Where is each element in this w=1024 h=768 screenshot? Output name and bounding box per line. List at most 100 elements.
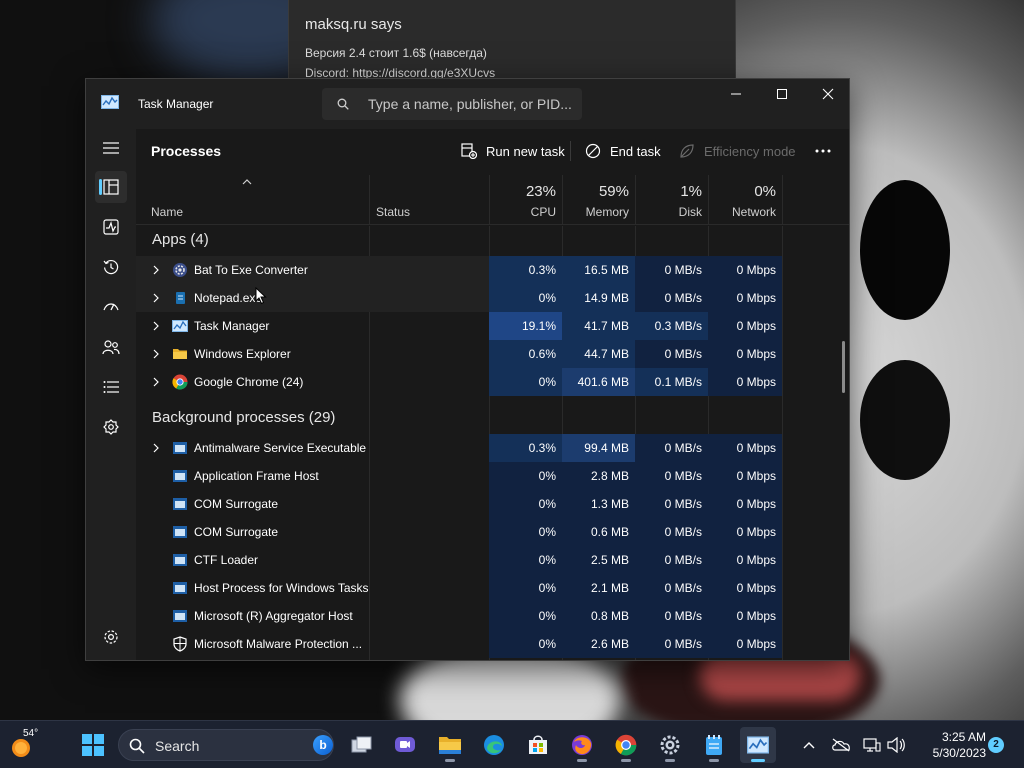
nav-details[interactable]	[95, 371, 127, 403]
title-bar[interactable]: Task Manager	[86, 79, 849, 129]
nav-processes[interactable]	[95, 171, 127, 203]
table-row[interactable]: Antimalware Service Executable 0.3% 99.4…	[136, 434, 782, 462]
table-row[interactable]: COM Surrogate 0% 0.6 MB 0 MB/s 0 Mbps	[136, 518, 782, 546]
chevron-right-icon[interactable]	[152, 349, 160, 359]
run-new-task-button[interactable]: Run new task	[461, 135, 565, 167]
nav-app-history[interactable]	[95, 251, 127, 283]
file-explorer-button[interactable]	[432, 727, 468, 763]
section-apps-header: Apps (4)	[152, 231, 209, 248]
table-row[interactable]: Microsoft Malware Protection ... 0% 2.6 …	[136, 630, 782, 658]
efficiency-mode-button[interactable]: Efficiency mode	[679, 135, 796, 167]
disk-value: 0 MB/s	[635, 602, 708, 630]
process-name: CTF Loader	[194, 553, 259, 567]
process-name: Application Frame Host	[194, 469, 319, 483]
process-name: Antimalware Service Executable	[194, 441, 367, 455]
maximize-button[interactable]	[759, 79, 805, 109]
table-row[interactable]: COM Surrogate 0% 1.3 MB 0 MB/s 0 Mbps	[136, 490, 782, 518]
gear-badge-icon	[173, 263, 187, 277]
close-button[interactable]	[805, 79, 849, 109]
column-network[interactable]: 0% Network	[708, 175, 782, 225]
onedrive-tray-button[interactable]	[831, 735, 851, 755]
network-value: 0 Mbps	[708, 368, 782, 396]
table-row[interactable]: CTF Loader 0% 2.5 MB 0 MB/s 0 Mbps	[136, 546, 782, 574]
alert-title: maksq.ru says	[305, 16, 402, 33]
column-status[interactable]: Status	[376, 205, 410, 219]
hamburger-menu-button[interactable]	[95, 132, 127, 164]
taskbar-search[interactable]: Search b	[118, 729, 334, 761]
table-row[interactable]: Google Chrome (24) 0% 401.6 MB 0.1 MB/s …	[136, 368, 782, 396]
disk-value: 0.1 MB/s	[635, 368, 708, 396]
details-icon	[103, 381, 119, 393]
running-indicator	[751, 759, 765, 762]
table-row[interactable]: Host Process for Windows Tasks 0% 2.1 MB…	[136, 574, 782, 602]
start-button[interactable]	[75, 727, 111, 763]
end-task-button[interactable]: End task	[585, 135, 661, 167]
hamburger-icon	[103, 142, 119, 154]
run-new-task-label: Run new task	[486, 143, 565, 159]
chevron-right-icon[interactable]	[152, 377, 160, 387]
teams-chat-button[interactable]	[387, 727, 423, 763]
chevron-right-icon[interactable]	[152, 321, 160, 331]
network-value: 0 Mbps	[708, 434, 782, 462]
process-name: Microsoft Malware Protection ...	[194, 637, 363, 651]
end-task-icon	[585, 143, 601, 159]
network-total: 0%	[754, 183, 776, 200]
section-background-header: Background processes (29)	[152, 409, 336, 426]
microsoft-store-button[interactable]	[520, 727, 556, 763]
table-row[interactable]: Microsoft (R) Aggregator Host 0% 0.8 MB …	[136, 602, 782, 630]
network-value: 0 Mbps	[708, 546, 782, 574]
search-box[interactable]	[322, 88, 582, 120]
memory-value: 401.6 MB	[562, 368, 635, 396]
taskbar: 54° Search b 3:25 AM 5/30/2023 2	[0, 720, 1024, 768]
weather-sun-cloud-icon	[12, 739, 30, 757]
chrome-button[interactable]	[608, 727, 644, 763]
table-row[interactable]: Application Frame Host 0% 2.8 MB 0 MB/s …	[136, 462, 782, 490]
network-value: 0 Mbps	[708, 312, 782, 340]
notification-badge[interactable]: 2	[988, 737, 1004, 753]
clock-date: 5/30/2023	[932, 746, 986, 760]
notepad-button[interactable]	[696, 727, 732, 763]
alert-message-line-1: Версия 2.4 стоит 1.6$ (навсегда)	[305, 46, 487, 60]
column-cpu[interactable]: 23% CPU	[489, 175, 562, 225]
settings-app-button[interactable]	[652, 727, 688, 763]
cpu-value: 0%	[489, 630, 562, 658]
more-options-button[interactable]	[815, 135, 840, 167]
running-indicator	[665, 759, 675, 762]
weather-widget[interactable]: 54°	[10, 728, 50, 762]
task-view-button[interactable]	[344, 727, 380, 763]
column-disk[interactable]: 1% Disk	[635, 175, 708, 225]
memory-label: Memory	[585, 205, 629, 219]
network-tray-button[interactable]	[862, 735, 882, 755]
search-input[interactable]	[368, 94, 573, 114]
cpu-total: 23%	[525, 183, 556, 200]
process-icon	[173, 498, 187, 510]
table-row[interactable]: Windows Explorer 0.6% 44.7 MB 0 MB/s 0 M…	[136, 340, 782, 368]
search-icon	[129, 738, 145, 754]
process-name: COM Surrogate	[194, 497, 279, 511]
chevron-right-icon[interactable]	[152, 265, 160, 275]
nav-services[interactable]	[95, 411, 127, 443]
end-task-label: End task	[610, 143, 661, 159]
edge-button[interactable]	[476, 727, 512, 763]
column-name[interactable]: Name	[151, 205, 183, 219]
volume-tray-button[interactable]	[886, 735, 906, 755]
firefox-button[interactable]	[564, 727, 600, 763]
show-hidden-icons-button[interactable]	[799, 735, 819, 755]
minimize-button[interactable]	[713, 79, 759, 109]
table-row[interactable]: Notepad.exe 0% 14.9 MB 0 MB/s 0 Mbps	[136, 284, 782, 312]
vertical-scrollbar[interactable]	[842, 341, 845, 393]
search-icon	[337, 98, 349, 110]
table-row[interactable]: Bat To Exe Converter 0.3% 16.5 MB 0 MB/s…	[136, 256, 782, 284]
chevron-right-icon[interactable]	[152, 443, 160, 453]
column-memory[interactable]: 59% Memory	[562, 175, 635, 225]
cpu-label: CPU	[530, 205, 556, 219]
system-clock[interactable]: 3:25 AM 5/30/2023	[912, 729, 986, 761]
table-row[interactable]: Task Manager 19.1% 41.7 MB 0.3 MB/s 0 Mb…	[136, 312, 782, 340]
nav-settings[interactable]	[95, 621, 127, 653]
nav-users[interactable]	[95, 331, 127, 363]
task-manager-taskbar-button[interactable]	[740, 727, 776, 763]
chevron-right-icon[interactable]	[152, 293, 160, 303]
nav-performance[interactable]	[95, 211, 127, 243]
nav-startup-apps[interactable]	[95, 291, 127, 323]
bing-icon[interactable]: b	[313, 735, 333, 755]
